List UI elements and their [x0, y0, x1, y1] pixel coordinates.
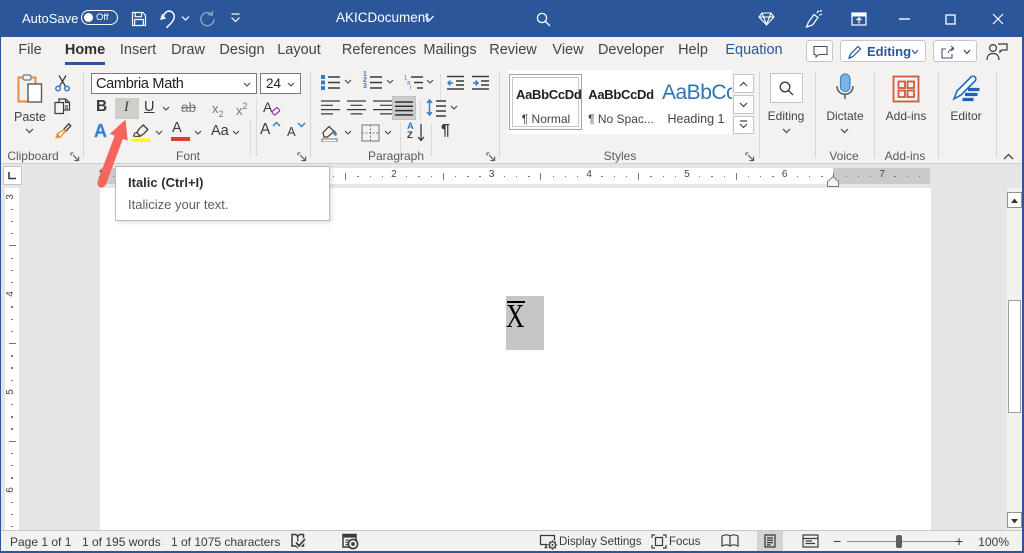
svg-text:i: i [410, 86, 411, 91]
